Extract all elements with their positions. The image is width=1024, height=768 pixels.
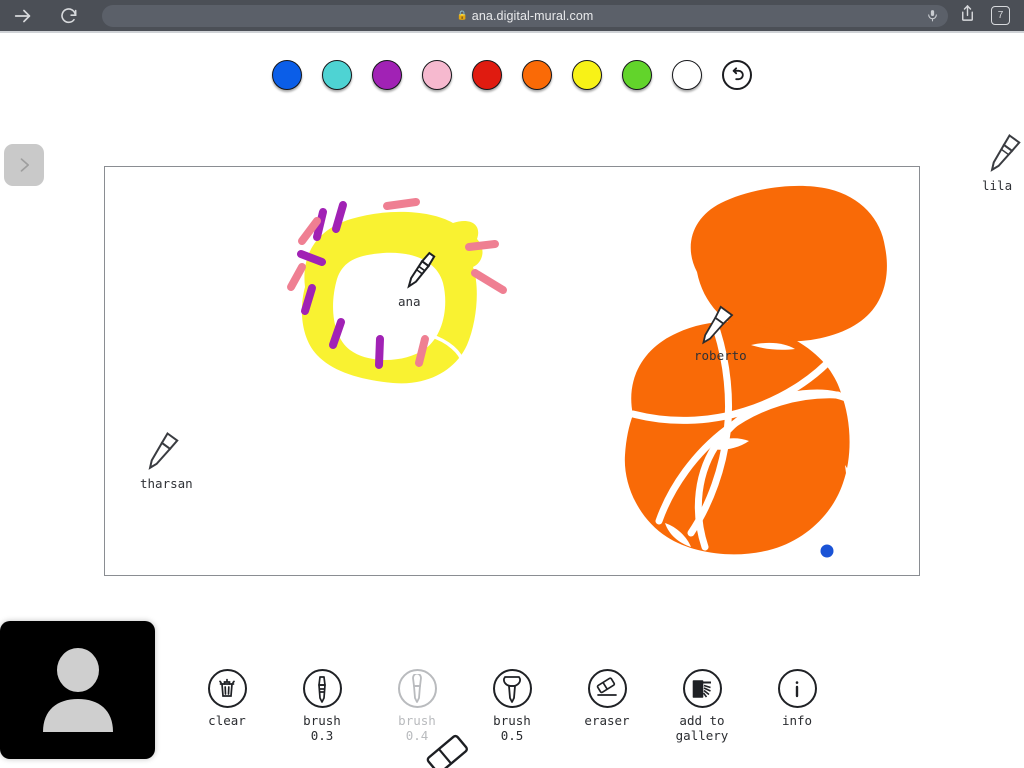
microphone-button[interactable] <box>922 6 942 26</box>
tool-add-to-gallery[interactable]: add to gallery <box>670 669 734 743</box>
canvas-artwork <box>287 185 887 558</box>
open-sidebar-button[interactable] <box>4 144 44 186</box>
drawing-orange-blob <box>690 185 887 342</box>
info-icon <box>777 669 817 708</box>
forward-button[interactable] <box>0 0 46 31</box>
tool-label-info: info <box>781 713 813 728</box>
tool-brush-04[interactable]: brush 0.4 <box>385 669 449 743</box>
tool-toolbar: clear brush 0.3 brush 0.4 brush 0.5 eraser ad… <box>0 669 1024 743</box>
tool-label-clear: clear <box>208 713 246 728</box>
browser-toolbar: 🔒 ana.digital-mural.com 7 <box>0 0 1024 31</box>
cursor-lila: lila <box>982 129 1024 193</box>
tool-brush-05[interactable]: brush 0.5 <box>480 669 544 743</box>
brush-icon <box>990 134 1021 172</box>
tab-count-button[interactable]: 7 <box>991 6 1010 25</box>
tool-label-brush-05: brush 0.5 <box>493 713 531 743</box>
color-swatch-orange[interactable] <box>522 60 552 90</box>
reload-icon <box>61 7 77 23</box>
color-palette <box>0 60 1024 90</box>
tool-brush-03[interactable]: brush 0.3 <box>290 669 354 743</box>
color-swatch-pink[interactable] <box>422 60 452 90</box>
tool-label-eraser: eraser <box>584 713 630 728</box>
tool-label-add-to-gallery: add to gallery <box>675 713 729 743</box>
trash-icon <box>207 669 247 708</box>
share-icon <box>962 5 973 21</box>
undo-button[interactable] <box>722 60 752 90</box>
tab-count-label: 7 <box>997 10 1004 21</box>
chevron-right-icon <box>20 158 29 172</box>
tool-label-brush-04: brush 0.4 <box>398 713 436 743</box>
reload-button[interactable] <box>46 0 92 31</box>
tool-label-brush-03: brush 0.3 <box>303 713 341 743</box>
eraser-icon <box>587 669 627 708</box>
share-button[interactable] <box>958 2 977 29</box>
brush-medium-icon <box>397 669 437 708</box>
color-swatch-red[interactable] <box>472 60 502 90</box>
drawing-canvas[interactable] <box>104 166 920 576</box>
undo-icon <box>732 67 744 81</box>
tool-info[interactable]: info <box>765 669 829 728</box>
color-swatch-purple[interactable] <box>372 60 402 90</box>
brush-large-icon <box>492 669 532 708</box>
brush-small-icon <box>302 669 342 708</box>
drawing-orange-basketball <box>624 321 881 558</box>
color-swatch-green[interactable] <box>622 60 652 90</box>
drawing-yellow-donut <box>287 198 507 384</box>
tool-eraser[interactable]: eraser <box>575 669 639 728</box>
lock-icon: 🔒 <box>456 10 468 20</box>
arrow-right-icon <box>14 9 31 22</box>
blue-dot <box>820 544 834 558</box>
color-swatch-yellow[interactable] <box>572 60 602 90</box>
address-bar[interactable]: 🔒 ana.digital-mural.com <box>102 4 948 27</box>
microphone-icon <box>927 10 937 22</box>
tool-clear[interactable]: clear <box>195 669 259 728</box>
url-text: ana.digital-mural.com <box>471 8 594 23</box>
color-swatch-blue[interactable] <box>272 60 302 90</box>
color-swatch-white[interactable] <box>672 60 702 90</box>
color-swatch-turquoise[interactable] <box>322 60 352 90</box>
app-root: ana roberto tharsan lila clear brush 0.3… <box>0 33 1024 768</box>
cursor-label-lila: lila <box>982 178 1013 193</box>
gallery-icon <box>682 669 722 708</box>
